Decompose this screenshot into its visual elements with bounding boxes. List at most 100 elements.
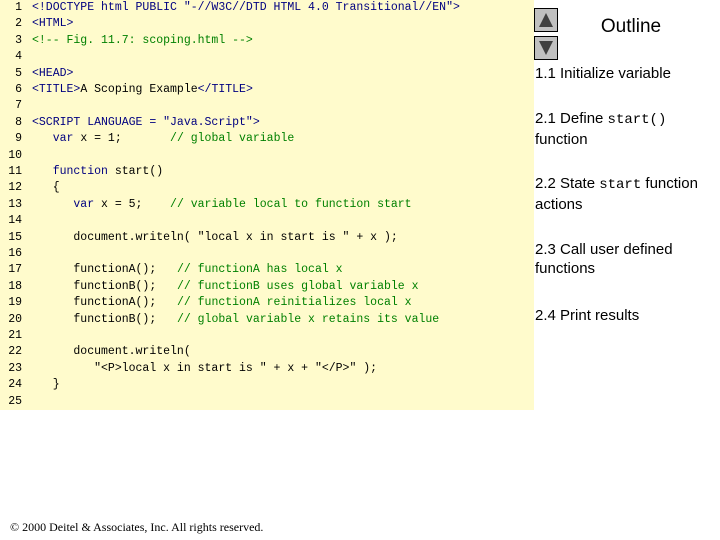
code-line: 21 bbox=[0, 328, 534, 344]
code-token-comment: // functionB uses global variable x bbox=[176, 279, 419, 293]
code-token-comment: // variable local to function start bbox=[170, 197, 412, 211]
code-line: 23 "<P>local x in start is " + x + "</P>… bbox=[0, 361, 534, 377]
line-number: 11 bbox=[8, 165, 22, 178]
code-text: <HTML> bbox=[32, 16, 73, 32]
code-token-keyword: function bbox=[32, 165, 108, 178]
line-number: 12 bbox=[8, 181, 22, 195]
outline-text: 2.1 Define bbox=[535, 110, 608, 127]
previous-slide-button[interactable] bbox=[534, 8, 558, 32]
code-token-markup: <TITLE> bbox=[32, 83, 81, 96]
code-token-comment: // functionA reinitializes local x bbox=[176, 296, 412, 310]
code-token-keyword: var bbox=[32, 197, 95, 211]
code-line: 13 var x = 5; // variable local to funct… bbox=[0, 197, 534, 213]
outline-code-term: start bbox=[599, 177, 642, 193]
code-token-default: document.writeln( "local x in start is "… bbox=[32, 230, 398, 244]
triangle-up-icon bbox=[539, 13, 553, 27]
line-number: 16 bbox=[8, 247, 22, 260]
line-number: 1 bbox=[15, 1, 22, 14]
outline-item-1-1: 1.1 Initialize variable bbox=[535, 64, 715, 83]
code-token-keyword: var bbox=[32, 132, 74, 146]
code-token-default: { bbox=[32, 181, 60, 195]
code-text: functionA(); // functionA reinitializes … bbox=[32, 295, 412, 311]
outline-item-2-1: 2.1 Define start() function bbox=[535, 109, 715, 149]
code-line: 19 functionA(); // functionA reinitializ… bbox=[0, 295, 534, 311]
outline-text: 2.3 Call user defined functions bbox=[535, 241, 673, 277]
line-number: 2 bbox=[15, 17, 22, 31]
code-token-comment: // functionA has local x bbox=[176, 263, 343, 277]
code-line: 2 <HTML> bbox=[0, 16, 534, 32]
triangle-down-icon bbox=[539, 41, 553, 55]
code-text: functionB(); // functionB uses global va… bbox=[32, 279, 418, 295]
code-token-default: x = 1; bbox=[73, 132, 171, 146]
code-line: 25 bbox=[0, 394, 534, 410]
code-line: 6 <TITLE>A Scoping Example</TITLE> bbox=[0, 82, 534, 98]
line-number: 10 bbox=[8, 148, 22, 162]
code-line: 20 functionB(); // global variable x ret… bbox=[0, 312, 534, 328]
code-line: 5 <HEAD> bbox=[0, 66, 534, 82]
code-line: 15 document.writeln( "local x in start i… bbox=[0, 230, 534, 246]
code-token-default: } bbox=[32, 378, 60, 392]
code-text: } bbox=[32, 377, 60, 393]
code-token-default: "<P>local x in start is " + x + "</P>" )… bbox=[32, 361, 378, 375]
code-line: 8 <SCRIPT LANGUAGE = "Java.Script"> bbox=[0, 115, 534, 131]
line-number: 6 bbox=[15, 83, 22, 96]
code-line: 3 <!-- Fig. 11.7: scoping.html --> bbox=[0, 33, 534, 49]
code-line: 1 <!DOCTYPE html PUBLIC "-//W3C//DTD HTML… bbox=[0, 0, 534, 16]
line-number: 5 bbox=[15, 66, 22, 80]
code-token-markup: <HTML> bbox=[32, 17, 74, 31]
line-number: 9 bbox=[15, 132, 22, 146]
outline-item-2-2: 2.2 State start function actions bbox=[535, 174, 715, 214]
code-text: document.writeln( bbox=[32, 344, 191, 360]
code-token-default: document.writeln( bbox=[32, 345, 191, 359]
code-text: functionB(); // global variable x retain… bbox=[32, 312, 439, 328]
code-token-markup: <HEAD> bbox=[32, 66, 74, 80]
code-text: <SCRIPT LANGUAGE = "Java.Script"> bbox=[32, 115, 260, 131]
line-number: 18 bbox=[8, 279, 22, 293]
line-number: 25 bbox=[8, 394, 22, 408]
code-text: <TITLE>A Scoping Example</TITLE> bbox=[32, 82, 253, 98]
code-text: <!DOCTYPE html PUBLIC "-//W3C//DTD HTML … bbox=[32, 0, 460, 16]
code-token-default: functionA(); bbox=[32, 296, 177, 310]
line-number: 20 bbox=[8, 312, 22, 326]
code-token-default: start() bbox=[107, 165, 164, 178]
line-number: 21 bbox=[8, 329, 22, 342]
code-text: "<P>local x in start is " + x + "</P>" )… bbox=[32, 361, 377, 377]
code-token-markup: <SCRIPT LANGUAGE = "Java.Script"> bbox=[32, 115, 260, 129]
outline-text: 2.2 State bbox=[535, 175, 600, 192]
line-number: 13 bbox=[8, 197, 22, 211]
outline-text: 2.4 Print results bbox=[535, 307, 640, 324]
outline-title: Outline bbox=[600, 16, 662, 37]
copyright-notice: © 2000 Deitel & Associates, Inc. All rig… bbox=[10, 520, 264, 534]
code-token-markup: <!DOCTYPE html PUBLIC "-//W3C//DTD HTML … bbox=[32, 1, 460, 14]
line-number: 15 bbox=[8, 230, 22, 244]
outline-text: 1.1 Initialize variable bbox=[535, 65, 671, 82]
line-number: 17 bbox=[8, 263, 22, 277]
line-number: 14 bbox=[8, 214, 22, 228]
code-text: function start() bbox=[32, 164, 163, 180]
code-token-default: functionB(); bbox=[32, 312, 177, 326]
code-token-default: functionB(); bbox=[32, 279, 177, 293]
line-number: 22 bbox=[8, 345, 22, 359]
code-line: 17 functionA(); // functionA has local x bbox=[0, 262, 534, 278]
code-listing-panel: 1 <!DOCTYPE html PUBLIC "-//W3C//DTD HTML… bbox=[0, 0, 534, 410]
outline-code-term: start() bbox=[607, 112, 667, 128]
code-line: 16 bbox=[0, 246, 534, 262]
code-line: 9 var x = 1; // global variable bbox=[0, 131, 534, 147]
code-token-default: x = 5; bbox=[94, 197, 171, 211]
code-text: <!-- Fig. 11.7: scoping.html --> bbox=[32, 33, 253, 49]
code-line: 14 bbox=[0, 213, 534, 229]
code-token-default: A Scoping Example bbox=[80, 83, 198, 96]
line-number: 7 bbox=[15, 99, 22, 113]
code-text: functionA(); // functionA has local x bbox=[32, 262, 343, 278]
code-token-markup: </TITLE> bbox=[197, 83, 253, 96]
code-line: 18 functionB(); // functionB uses global… bbox=[0, 279, 534, 295]
code-token-default: functionA(); bbox=[32, 263, 177, 277]
code-text: document.writeln( "local x in start is "… bbox=[32, 230, 398, 246]
line-number: 23 bbox=[8, 361, 22, 375]
code-token-comment: // global variable bbox=[170, 132, 295, 146]
outline-item-2-3: 2.3 Call user defined functions bbox=[535, 240, 715, 278]
next-slide-button[interactable] bbox=[534, 36, 558, 60]
code-line: 11 function start() bbox=[0, 164, 534, 180]
code-line: 4 bbox=[0, 49, 534, 65]
outline-item-2-4: 2.4 Print results bbox=[535, 306, 715, 325]
